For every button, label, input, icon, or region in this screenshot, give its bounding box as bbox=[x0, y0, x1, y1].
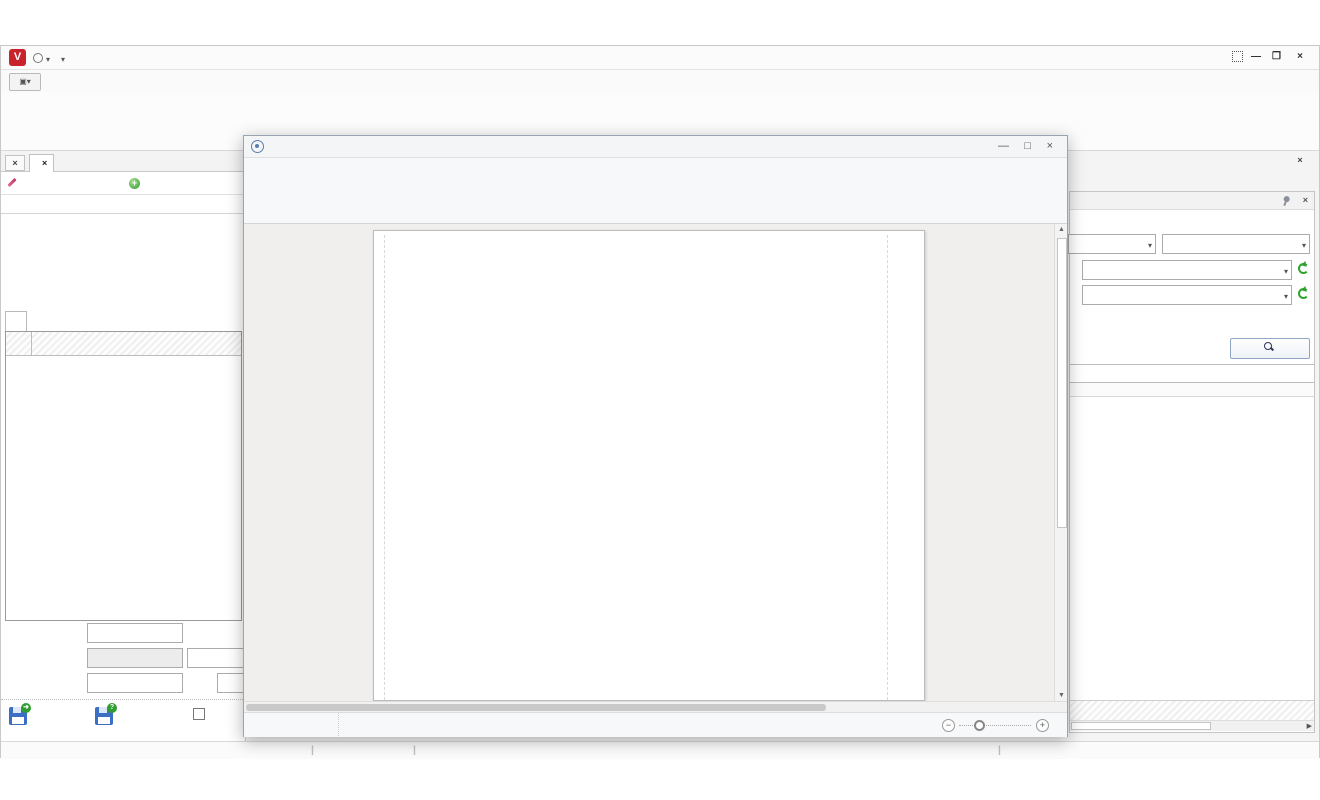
grand-total-value bbox=[87, 648, 183, 668]
results-grid-filter-row bbox=[1070, 383, 1314, 397]
toolbar-overflow-icon[interactable]: ▾ bbox=[61, 55, 65, 64]
create-new-link[interactable] bbox=[7, 177, 20, 189]
invoice-page bbox=[373, 230, 925, 701]
items-grid bbox=[5, 331, 242, 621]
action-buttons: ➜ ? bbox=[1, 699, 245, 739]
dialog-minimize-icon[interactable]: — bbox=[998, 140, 1009, 152]
items-grid-header bbox=[6, 332, 241, 356]
title-bar: V ▾ ▾ — ❐ × bbox=[1, 46, 1319, 70]
to-date-input[interactable]: ▾ bbox=[1162, 234, 1310, 254]
save-print-checkbox[interactable] bbox=[193, 707, 208, 721]
command-links: + bbox=[1, 173, 245, 195]
search-icon bbox=[1263, 342, 1275, 353]
results-grid bbox=[1070, 364, 1314, 698]
right-tab-close-button[interactable]: × bbox=[1291, 155, 1309, 170]
results-grid-header bbox=[1070, 365, 1314, 383]
pin-icon[interactable] bbox=[1281, 195, 1292, 207]
invoice-amount-in-words bbox=[392, 561, 401, 573]
tab-phieu-ban-hang[interactable]: × bbox=[29, 154, 55, 172]
item-filter-select[interactable]: ▾ bbox=[1082, 285, 1292, 305]
zoom-in-icon[interactable]: + bbox=[1036, 719, 1049, 732]
document-tab-bar: × × bbox=[1, 153, 245, 172]
hscrollbar-thumb[interactable] bbox=[246, 703, 826, 711]
grand-total-words bbox=[187, 648, 245, 668]
status-bar: | | | bbox=[1, 741, 1319, 759]
save-temp-button[interactable]: ? bbox=[95, 703, 117, 725]
print-preview-dialog: — □ × ▲ ▼ − + bbox=[243, 135, 1068, 738]
invoice-note bbox=[392, 576, 401, 588]
preview-hscrollbar[interactable] bbox=[244, 701, 1067, 712]
dialog-maximize-icon[interactable]: □ bbox=[1024, 140, 1031, 152]
row-indicator-header bbox=[6, 332, 32, 355]
dialog-close-icon[interactable]: × bbox=[1047, 140, 1053, 152]
dialog-status-bar: − + bbox=[244, 712, 1067, 738]
from-date-input[interactable]: ▾ bbox=[1068, 234, 1156, 254]
zoom-slider-thumb[interactable] bbox=[974, 720, 985, 731]
preview-vscrollbar[interactable]: ▲ ▼ bbox=[1054, 224, 1067, 701]
dialog-icon bbox=[251, 140, 264, 153]
dialog-title-bar: — □ × bbox=[244, 136, 1067, 158]
margin-guides bbox=[384, 235, 888, 700]
preview-area[interactable] bbox=[244, 224, 1067, 701]
scroll-up-icon[interactable]: ▲ bbox=[1055, 226, 1068, 233]
right-region: × × ▾ ▾ ▾ ▾ ▶ bbox=[1068, 153, 1317, 741]
payment-input[interactable] bbox=[87, 673, 183, 693]
customer-filter-select[interactable]: ▾ bbox=[1082, 260, 1292, 280]
scrollbar-thumb[interactable] bbox=[1071, 722, 1211, 730]
panel-header: × bbox=[1070, 192, 1314, 210]
scroll-right-icon[interactable]: ▶ bbox=[1307, 722, 1312, 730]
page-indicator bbox=[244, 713, 339, 738]
ribbon-tab-bar: ▣▾ bbox=[1, 70, 1319, 93]
plus-icon: + bbox=[129, 178, 140, 189]
panel-close-icon[interactable]: × bbox=[1303, 195, 1308, 205]
search-button[interactable] bbox=[1230, 338, 1310, 359]
save-button[interactable]: ➜ bbox=[9, 703, 31, 725]
app-logo-icon: V bbox=[9, 49, 26, 66]
quick-access-dropdown-icon[interactable]: ▾ bbox=[46, 55, 50, 64]
quick-access-icon[interactable] bbox=[33, 53, 43, 63]
tab-close-button[interactable]: × bbox=[5, 155, 25, 171]
app-menu-button[interactable]: ▣▾ bbox=[9, 73, 41, 91]
dialog-ribbon bbox=[244, 158, 1067, 224]
fund-select[interactable] bbox=[217, 673, 245, 693]
refresh-icon-2[interactable] bbox=[1298, 288, 1309, 299]
search-panel: × ▾ ▾ ▾ ▾ ▶ bbox=[1068, 191, 1315, 733]
zoom-slider-track[interactable] bbox=[959, 725, 1031, 726]
tab-hang-ban[interactable] bbox=[5, 311, 27, 331]
section-title bbox=[1, 195, 245, 214]
invoice-customer-address bbox=[392, 348, 398, 360]
add-item-link[interactable]: + bbox=[129, 177, 143, 189]
zoom-out-icon[interactable]: − bbox=[942, 719, 955, 732]
pencil-icon bbox=[7, 177, 17, 188]
column-header-hang-hoa[interactable] bbox=[32, 332, 241, 355]
invoice-customer bbox=[392, 334, 406, 346]
screen: V ▾ ▾ — ❐ × ▣▾ × × + ➜ ? × × ▾ ▾ ▾ ▾ ▶ |… bbox=[0, 0, 1320, 800]
left-panel: × × + ➜ ? bbox=[1, 153, 246, 741]
minimize-icon[interactable]: — bbox=[1251, 51, 1261, 62]
layout-icon[interactable] bbox=[1232, 51, 1243, 62]
zoom-control: − + bbox=[914, 717, 1059, 734]
save-icon: ➜ bbox=[9, 703, 31, 725]
discount-pct-input[interactable] bbox=[87, 623, 183, 643]
restore-icon[interactable]: ❐ bbox=[1272, 51, 1281, 62]
refresh-icon[interactable] bbox=[1298, 263, 1309, 274]
results-footer bbox=[1070, 700, 1314, 720]
checkbox-icon[interactable] bbox=[193, 708, 205, 720]
vscrollbar-thumb[interactable] bbox=[1056, 238, 1067, 528]
save-temp-icon: ? bbox=[95, 703, 117, 725]
tab-close-icon[interactable]: × bbox=[42, 158, 47, 168]
results-hscrollbar[interactable]: ▶ bbox=[1070, 720, 1314, 731]
scroll-down-icon[interactable]: ▼ bbox=[1055, 692, 1068, 699]
close-icon[interactable]: × bbox=[1297, 51, 1303, 62]
